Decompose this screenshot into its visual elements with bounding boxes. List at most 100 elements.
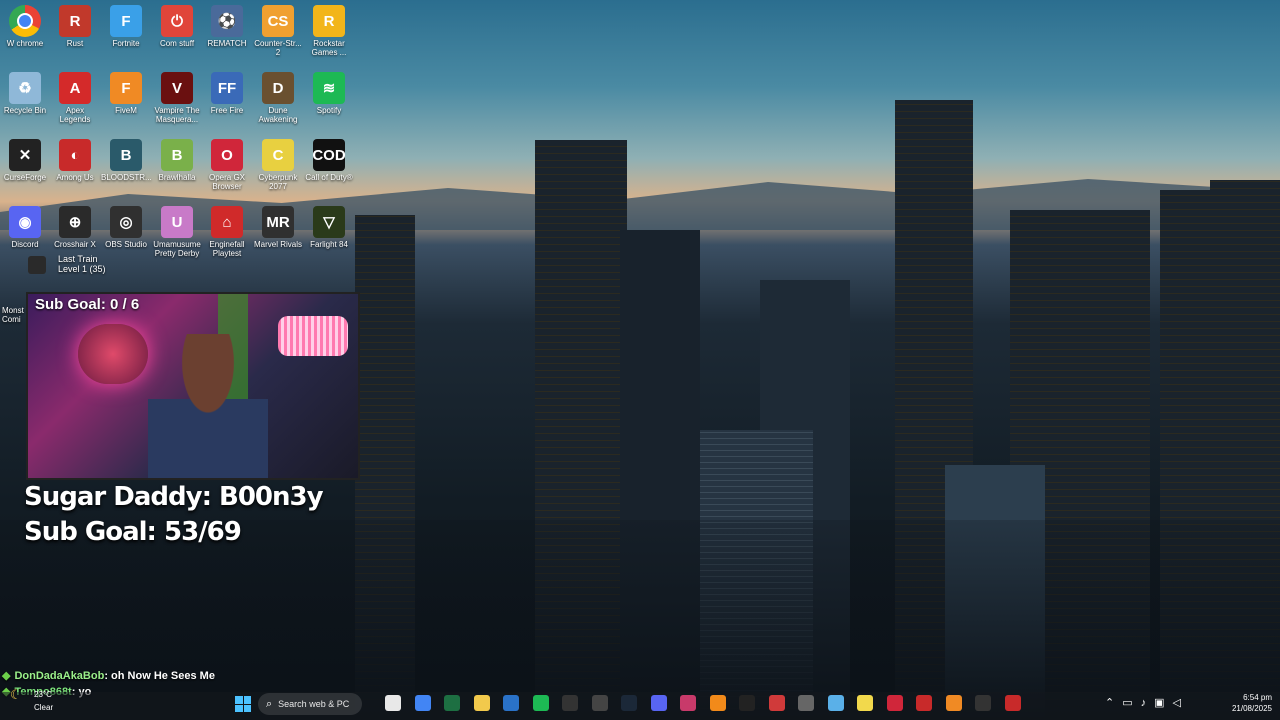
desktop-icon-label: REMATCH — [207, 39, 247, 48]
clock[interactable]: 6:54 pm 21/08/2025 — [1232, 692, 1272, 714]
clock-date: 21/08/2025 — [1231, 704, 1272, 713]
desktop-icon[interactable]: COD Call of Duty® — [304, 137, 354, 182]
last-train-level: Level 1 (35) — [58, 264, 106, 274]
obs-icon[interactable] — [591, 695, 608, 711]
store-icon[interactable] — [680, 695, 696, 711]
desktop-icon[interactable]: ⚽ REMATCH — [202, 3, 252, 48]
app-icon[interactable] — [562, 695, 578, 711]
desktop-icon[interactable]: ⊕ Crosshair X — [50, 204, 100, 249]
desktop-icon[interactable]: B Brawlhalla — [152, 137, 202, 182]
windows-logo-pane — [243, 696, 251, 704]
monitor-icon[interactable]: ▭ — [1122, 697, 1132, 709]
desktop-icon-label: Opera GX Browser — [208, 173, 245, 191]
explorer-icon[interactable] — [385, 695, 401, 711]
notes-icon[interactable] — [857, 695, 873, 711]
discord-icon[interactable] — [650, 695, 667, 711]
desktop-icon[interactable]: V Vampire The Masquera... — [152, 70, 202, 124]
streamer-figure — [148, 334, 268, 478]
desktop-icon-label: Spotify — [316, 106, 342, 115]
moon-icon: ☾ — [10, 687, 22, 702]
desktop-icon[interactable]: F FiveM — [101, 70, 151, 115]
heart-decoration — [78, 324, 148, 384]
epic-icon[interactable] — [916, 695, 932, 711]
desktop-icon-label: Counter-Str... 2 — [254, 39, 302, 57]
system-tray[interactable]: ⌃ ▭ ♪ ▣ ◁ — [1105, 696, 1189, 709]
excel-icon[interactable] — [444, 695, 460, 711]
desktop-icon[interactable]: A Apex Legends — [50, 70, 100, 124]
app-icon[interactable] — [798, 695, 814, 711]
start-button[interactable] — [235, 696, 251, 712]
desktop-icon[interactable]: D Dune Awakening — [253, 70, 303, 124]
desktop-icon[interactable]: W chrome — [0, 3, 50, 48]
desktop-icon[interactable]: MR Marvel Rivals — [253, 204, 303, 249]
desktop-icon-label: Rockstar Games ... — [311, 39, 347, 57]
fivem-icon[interactable] — [945, 695, 962, 711]
search-box[interactable]: ⌕ Search web & PC — [258, 693, 362, 715]
terminal-icon[interactable] — [975, 695, 991, 711]
desktop-icon[interactable]: ♻ Recycle Bin — [0, 70, 50, 115]
desktop-icon-label: Free Fire — [210, 106, 244, 115]
desktop-icon[interactable]: U Umamusume Pretty Derby — [152, 204, 202, 258]
desktop-icon[interactable]: CS Counter-Str... 2 — [253, 3, 303, 57]
partial-desktop-icon[interactable]: Monst Comi — [2, 290, 24, 324]
desktop-icon[interactable]: ⌂ Enginefall Playtest — [202, 204, 252, 258]
steam-icon[interactable] — [621, 695, 637, 711]
power-icon: ⏻ — [161, 5, 193, 37]
desktop-icon[interactable]: ✕ CurseForge — [0, 137, 50, 182]
desktop-icon[interactable]: ⏻ Com stuff — [152, 3, 202, 48]
volume-icon[interactable]: ◁ — [1173, 697, 1181, 709]
spotify-icon[interactable] — [532, 695, 549, 711]
mic-icon[interactable]: ♪ — [1141, 697, 1147, 709]
desktop-icon[interactable]: ▽ Farlight 84 — [304, 204, 354, 249]
desktop-icon[interactable]: O Opera GX Browser — [202, 137, 252, 191]
counter-strike-icon: CS — [262, 5, 294, 37]
search-placeholder: Search web & PC — [278, 699, 350, 709]
desktop-icon-label: Farlight 84 — [310, 240, 348, 249]
desktop-icon[interactable]: F Fortnite — [101, 3, 151, 48]
visio-icon[interactable] — [503, 695, 519, 711]
rockstar-icon: R — [313, 5, 345, 37]
riot-icon[interactable] — [768, 695, 785, 711]
train-icon — [28, 256, 46, 274]
desktop-icon-label: Rust — [66, 39, 84, 48]
desktop-icon-label: Crosshair X — [54, 240, 96, 249]
network-icon[interactable]: ▣ — [1154, 697, 1164, 709]
windows-logo-pane — [243, 704, 251, 712]
desktop-icon-label: Fortnite — [112, 39, 140, 48]
rust-icon: R — [59, 5, 91, 37]
call-of-duty-icon: COD — [312, 139, 346, 171]
search-icon: ⌕ — [266, 697, 273, 710]
last-train-shortcut[interactable]: Last Train Level 1 (35) — [28, 254, 106, 274]
apex-icon: A — [59, 72, 91, 104]
sugar-daddy-label: Sugar Daddy: B00n3y — [24, 482, 324, 512]
chrome-icon[interactable] — [414, 695, 431, 711]
desktop-icon-label: Among Us — [56, 173, 94, 182]
desktop-icon[interactable]: B BLOODSTR... — [101, 137, 152, 182]
desktop-icon[interactable]: ◉ Discord — [0, 204, 50, 249]
desktop-icon-label: Brawlhalla — [158, 173, 196, 182]
desktop-icon[interactable]: R Rockstar Games ... — [304, 3, 354, 57]
app-icon[interactable] — [1004, 695, 1021, 711]
windows-logo-pane — [235, 704, 243, 712]
folder-icon[interactable] — [473, 695, 490, 711]
desktop-icon[interactable]: ◎ OBS Studio — [101, 204, 151, 249]
desktop-icon-label: Enginefall Playtest — [209, 240, 245, 258]
capcut-icon[interactable] — [739, 695, 755, 711]
photos-icon[interactable] — [827, 695, 844, 711]
vampire-icon: V — [161, 72, 193, 104]
last-train-label: Last Train — [58, 254, 98, 264]
recycle-bin-icon: ♻ — [9, 72, 41, 104]
desktop-icon[interactable]: ◐ Among Us — [50, 137, 100, 182]
chat-text: oh Now He Sees Me — [111, 670, 215, 682]
weather-condition: Clear — [34, 703, 54, 712]
sub-goal-label: Sub Goal: 53/69 — [24, 517, 242, 547]
desktop-icon[interactable]: C Cyberpunk 2077 — [253, 137, 303, 191]
vlc-icon[interactable] — [709, 695, 726, 711]
desktop-icon[interactable]: R Rust — [50, 3, 100, 48]
desktop-icon[interactable]: ≋ Spotify — [304, 70, 354, 115]
desktop-icon-label: Cyberpunk 2077 — [258, 173, 298, 191]
crosshair-icon: ⊕ — [59, 206, 91, 238]
chevron-up-icon[interactable]: ⌃ — [1105, 697, 1114, 709]
desktop-icon[interactable]: FF Free Fire — [202, 70, 252, 115]
opera-icon[interactable] — [886, 695, 903, 711]
